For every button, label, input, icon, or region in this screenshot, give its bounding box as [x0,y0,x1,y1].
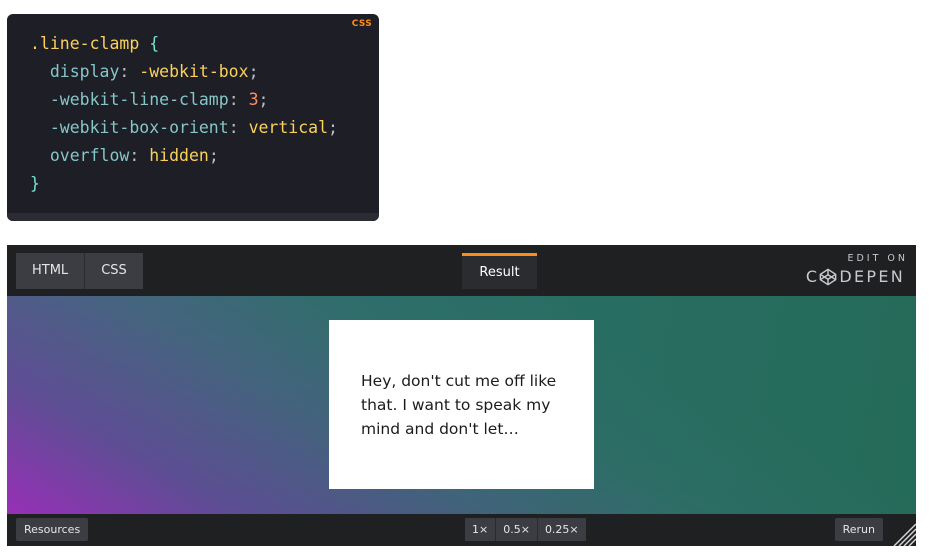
code-colon: : [119,62,140,81]
zoom-0-25x-button[interactable]: 0.25× [536,518,586,541]
pen-footer: Resources 1× 0.5× 0.25× Rerun [7,514,916,546]
codepen-logo-depen: DEPEN [839,267,905,286]
code-semicolon: ; [258,90,269,109]
code-selector: .line-clamp [30,34,140,53]
rerun-button[interactable]: Rerun [834,518,883,541]
code-colon: : [129,146,150,165]
code-prop-overflow: overflow [30,146,130,165]
code-val-box-orient: vertical [248,118,329,137]
code-language-label: CSS [351,19,372,29]
tab-css[interactable]: CSS [84,253,143,289]
codepen-logo: C DEPEN [806,267,905,286]
code-horizontal-scrollbar[interactable] [7,213,379,221]
tab-result[interactable]: Result [462,253,537,289]
code-colon: : [228,90,249,109]
code-prop-line-clamp: -webkit-line-clamp [30,90,229,109]
code-colon: : [228,118,249,137]
editor-tabs: HTML CSS [16,253,143,289]
zoom-1x-button[interactable]: 1× [465,518,496,541]
code-val-display: -webkit-box [139,62,249,81]
result-preview: Hey, don't cut me off like that. I want … [7,296,916,514]
edit-on-codepen-link[interactable]: EDIT ON C DEPEN [806,253,905,286]
codepen-embed: HTML CSS Result EDIT ON C DEPEN Hey, don… [7,245,916,546]
codepen-cube-icon [819,268,837,285]
css-code-block: CSS .line-clamp { display: -webkit-box; … [7,14,379,221]
code-close-brace: } [30,174,40,193]
edit-on-label: EDIT ON [847,253,908,264]
tab-html[interactable]: HTML [16,253,85,289]
pen-header: HTML CSS Result EDIT ON C DEPEN [7,245,916,296]
code-semicolon: ; [328,118,338,137]
zoom-0-5x-button[interactable]: 0.5× [495,518,537,541]
code-val-line-clamp: 3 [248,90,259,109]
code-val-overflow: hidden [149,146,209,165]
code-open-brace: { [139,34,160,53]
resize-handle-icon[interactable] [892,522,916,546]
code-content: .line-clamp { display: -webkit-box; -web… [30,30,338,198]
clamped-text: Hey, don't cut me off like that. I want … [361,372,557,438]
code-prop-display: display [30,62,120,81]
line-clamp-card: Hey, don't cut me off like that. I want … [329,320,594,489]
codepen-logo-c: C [805,267,820,286]
code-prop-box-orient: -webkit-box-orient [30,118,229,137]
code-semicolon: ; [248,62,259,81]
code-semicolon: ; [208,146,219,165]
zoom-controls: 1× 0.5× 0.25× [465,518,586,541]
resources-button[interactable]: Resources [16,518,89,541]
